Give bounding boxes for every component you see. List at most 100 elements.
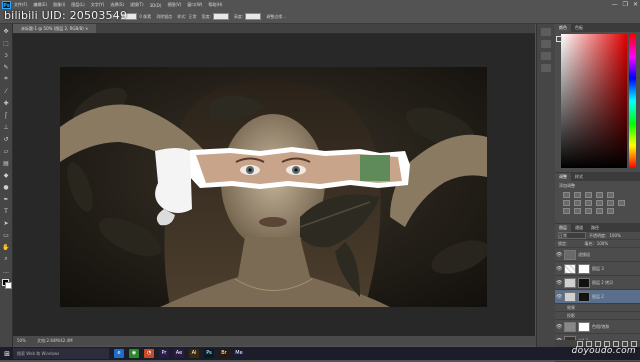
menu-file[interactable]: 文件(F) <box>14 2 27 8</box>
layer-row[interactable]: 👁 滤镜组 <box>555 248 640 262</box>
fill-value[interactable]: 100% <box>597 241 608 246</box>
app-icon[interactable]: ◔ <box>144 349 154 358</box>
hue-saturation-icon[interactable] <box>563 200 570 206</box>
refine-edge-button[interactable]: 调整边缘... <box>266 14 286 20</box>
width-field[interactable] <box>212 13 229 20</box>
lasso-tool-icon[interactable]: ↄ <box>2 51 10 59</box>
brush-tool-icon[interactable]: ʃ <box>2 111 10 119</box>
style-select[interactable]: 正常 <box>189 14 197 20</box>
paragraph-panel-icon[interactable] <box>541 64 551 72</box>
dodge-tool-icon[interactable]: ● <box>2 183 10 191</box>
menu-3d[interactable]: 3D(D) <box>150 3 162 8</box>
opacity-value[interactable]: 100% <box>609 233 620 238</box>
menu-help[interactable]: 帮助(H) <box>208 2 222 8</box>
premiere-app-icon[interactable]: Pr <box>159 349 169 358</box>
posterize-icon[interactable] <box>574 208 581 214</box>
minimize-button[interactable]: — <box>612 0 618 10</box>
eraser-tool-icon[interactable]: ▱ <box>2 147 10 155</box>
tab-channels[interactable]: 通道 <box>571 224 587 232</box>
invert-icon[interactable] <box>563 208 570 214</box>
tab-swatches[interactable]: 色板 <box>571 24 587 32</box>
stamp-tool-icon[interactable]: ⊥ <box>2 123 10 131</box>
quick-select-tool-icon[interactable]: ✎ <box>2 63 10 71</box>
tab-paths[interactable]: 路径 <box>587 224 603 232</box>
bridge-app-icon[interactable]: Br <box>219 349 229 358</box>
menu-edit[interactable]: 编辑(E) <box>33 2 47 8</box>
tab-color[interactable]: 颜色 <box>555 24 571 32</box>
refine-edge-label[interactable]: 调整边缘... <box>266 14 286 20</box>
blend-mode-select[interactable]: 正常 <box>558 232 586 239</box>
exposure-icon[interactable] <box>596 192 603 198</box>
antialias-option[interactable]: 消除锯齿 <box>156 14 172 20</box>
channel-mixer-icon[interactable] <box>607 200 614 206</box>
visibility-eye-icon[interactable]: 👁 <box>556 266 562 272</box>
menu-select[interactable]: 选择(S) <box>110 2 124 8</box>
photoshop-app-icon[interactable]: Ps <box>204 349 214 358</box>
menu-view[interactable]: 视图(V) <box>167 2 181 8</box>
color-lookup-icon[interactable] <box>618 200 625 206</box>
menu-type[interactable]: 文字(Y) <box>91 2 105 8</box>
after-effects-app-icon[interactable]: Ae <box>174 349 184 358</box>
type-tool-icon[interactable]: T <box>2 207 10 215</box>
color-swatches-icon[interactable] <box>2 279 12 289</box>
vibrance-icon[interactable] <box>607 192 614 198</box>
selective-color-icon[interactable] <box>607 208 614 214</box>
menu-image[interactable]: 图像(I) <box>53 2 65 8</box>
edge-app-icon[interactable]: e <box>114 349 124 358</box>
visibility-eye-icon[interactable]: 👁 <box>556 252 562 258</box>
layer-effect-row[interactable]: 投影 <box>555 312 640 320</box>
document-canvas[interactable] <box>60 67 487 307</box>
history-panel-icon[interactable] <box>541 28 551 36</box>
hand-tool-icon[interactable]: ✋ <box>2 243 10 251</box>
layer-row-selected[interactable]: 👁 图层 2 <box>555 290 640 304</box>
tab-adjustments[interactable]: 调整 <box>555 173 571 181</box>
menu-layer[interactable]: 图层(L) <box>71 2 84 8</box>
brightness-icon[interactable] <box>563 192 570 198</box>
zoom-level[interactable]: 50% <box>17 338 26 343</box>
height-field[interactable] <box>245 13 262 20</box>
zoom-tool-icon[interactable]: ⌕ <box>2 255 10 263</box>
visibility-eye-icon[interactable]: 👁 <box>556 324 562 330</box>
visibility-eye-icon[interactable]: 👁 <box>556 280 562 286</box>
color-picker-field[interactable] <box>556 34 627 168</box>
layer-row[interactable]: 👁 色相/饱和 <box>555 320 640 334</box>
eyedropper-tool-icon[interactable]: ⁄ <box>2 87 10 95</box>
tab-layers[interactable]: 图层 <box>555 224 571 232</box>
path-select-tool-icon[interactable]: ➤ <box>2 219 10 227</box>
menu-window[interactable]: 窗口(W) <box>187 2 202 8</box>
shape-tool-icon[interactable]: ▭ <box>2 231 10 239</box>
healing-tool-icon[interactable]: ✚ <box>2 99 10 107</box>
illustrator-app-icon[interactable]: Ai <box>189 349 199 358</box>
color-balance-icon[interactable] <box>574 200 581 206</box>
gradient-map-icon[interactable] <box>596 208 603 214</box>
black-white-icon[interactable] <box>585 200 592 206</box>
marquee-tool-icon[interactable]: ⬚ <box>2 39 10 47</box>
maximize-button[interactable]: ❐ <box>623 0 628 10</box>
character-panel-icon[interactable] <box>541 52 551 60</box>
canvas-area[interactable] <box>13 34 535 336</box>
close-button[interactable]: ✕ <box>633 0 638 10</box>
document-tab[interactable]: 未标题-1 @ 50% (图层 2, RGB/8) × <box>13 24 97 33</box>
curves-icon[interactable] <box>585 192 592 198</box>
antialias-label[interactable]: 消除锯齿 <box>156 14 172 20</box>
move-tool-icon[interactable]: ✥ <box>2 27 10 35</box>
pen-tool-icon[interactable]: ✒ <box>2 195 10 203</box>
photo-filter-icon[interactable] <box>596 200 603 206</box>
layer-effect-row[interactable]: 效果 <box>555 304 640 312</box>
layer-row[interactable]: 👁 图层 3 <box>555 262 640 276</box>
hue-slider[interactable] <box>629 34 636 168</box>
layer-row[interactable]: 👁 图层 2 拷贝 <box>555 276 640 290</box>
color-swatch-icon[interactable] <box>556 36 562 42</box>
levels-icon[interactable] <box>574 192 581 198</box>
tab-styles[interactable]: 样式 <box>571 173 587 181</box>
menu-filter[interactable]: 滤镜(T) <box>130 2 144 8</box>
properties-panel-icon[interactable] <box>541 40 551 48</box>
visibility-eye-icon[interactable]: 👁 <box>556 294 562 300</box>
chrome-app-icon[interactable]: ◉ <box>129 349 139 358</box>
media-encoder-app-icon[interactable]: Me <box>234 349 244 358</box>
history-brush-tool-icon[interactable]: ↺ <box>2 135 10 143</box>
gradient-tool-icon[interactable]: ▤ <box>2 159 10 167</box>
windows-start-icon[interactable]: ⊞ <box>3 350 11 358</box>
crop-tool-icon[interactable]: ⌗ <box>2 75 10 83</box>
blur-tool-icon[interactable]: ◆ <box>2 171 10 179</box>
